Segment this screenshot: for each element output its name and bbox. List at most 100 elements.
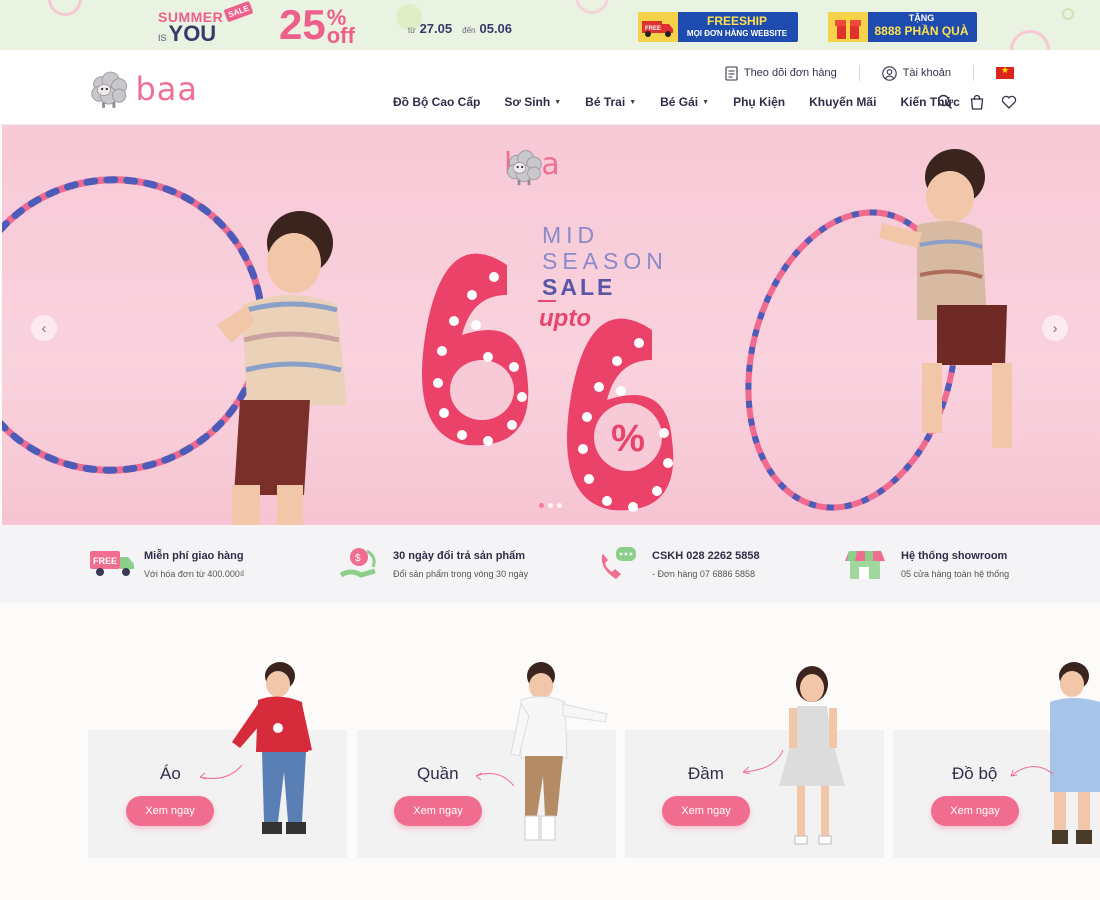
promo-you-text: YOU [168,21,217,46]
hero-line-season: SEASON [542,248,668,274]
kid-white-shirt-image [510,662,608,841]
top-utility-nav: Theo dõi đơn hàng Tài khoản [725,65,1014,81]
nav-item-be-gai[interactable]: Bé Gái ▼ [660,95,709,109]
decor-arrow [742,749,784,774]
chevron-down-icon: ▼ [629,98,637,106]
promo-percent: 25 [279,1,326,48]
site-logo[interactable]: baa [88,65,198,113]
summer-is-you-logo: SUMMER IS YOU SALE [158,0,254,46]
shop-now-button[interactable]: Xem ngay [126,796,214,826]
carousel-dot[interactable] [548,503,553,508]
nav-item-khuyen-mai[interactable]: Khuyến Mãi [809,95,876,109]
nav-label: Phụ Kiện [733,95,786,109]
track-order-link[interactable]: Theo dõi đơn hàng [725,65,837,81]
category-name: Áo [160,764,181,783]
sheep-logo-icon [507,150,542,186]
nav-label: Bé Trai [585,95,626,109]
gift-badge[interactable]: TẶNG 8888 PHẦN QUÀ [828,12,977,42]
carousel-dot[interactable] [557,503,562,508]
hero-upto: upto [539,305,591,332]
sheep-logo-icon [91,71,128,108]
search-icon[interactable] [937,94,953,110]
nav-item-phu-kien[interactable]: Phụ Kiện [733,95,785,109]
heart-icon[interactable] [1001,94,1017,110]
feature-subtitle: Với hóa đơn từ 400.000₫ [144,569,245,579]
percent-symbol: % [611,418,645,460]
svg-text:FREE: FREE [645,26,661,32]
carousel-dot[interactable] [539,503,544,508]
kid-dress-image [779,666,845,845]
nav-label: Khuyến Mãi [809,95,877,109]
free-delivery-truck-icon: FREE [88,545,134,585]
vietnam-flag-icon[interactable] [996,65,1014,79]
decor-arrow [199,764,243,780]
chevron-down-icon: ▼ [702,98,710,106]
category-name: Quần [417,764,459,783]
divider [858,65,860,81]
feature-returns: $ 30 ngày đổi trả sản phẩm Đổi sản phẩm … [337,545,528,585]
feature-title: CSKH 028 2262 5858 [652,550,760,562]
promo-from-date: 27.05 [419,21,453,36]
decor-bubble [48,0,82,16]
feature-showroom: Hệ thống showroom 05 cửa hàng toàn hệ th… [845,545,1009,585]
nav-label: Sơ Sinh [504,95,551,109]
divider [973,65,974,81]
gift-subtitle: 8888 PHẦN QUÀ [874,24,969,38]
hero-banner[interactable]: % MID SEASON SALE upto ‹ › [2,125,1100,525]
carousel-dots [539,503,562,508]
mid-season-sale-title: MID SEASON SALE [542,222,668,300]
promo-banner[interactable]: SUMMER IS YOU SALE 25 % off từ 27.05 đến… [0,0,1100,50]
nav-item-so-sinh[interactable]: Sơ Sinh ▼ [504,95,561,109]
feature-support: CSKH 028 2262 5858 - Đơn hàng 07 6886 58… [596,545,760,585]
shop-now-button[interactable]: Xem ngay [394,796,482,826]
gift-box-icon [828,12,868,42]
account-link[interactable]: Tài khoản [881,65,951,81]
nav-item-be-trai[interactable]: Bé Trai ▼ [585,95,636,109]
decor-arrow [475,772,515,787]
freeship-subtitle: MỌI ĐƠN HÀNG WEBSITE [686,29,788,38]
kid-left [217,211,347,525]
phone-support-icon [596,545,642,585]
feature-subtitle: Đổi sản phẩm trong vòng 30 ngày [393,569,529,579]
hero-line-mid: MID [542,222,600,248]
nav-label: Đồ Bộ Cao Cấp [393,95,481,109]
nav-item-do-bo-cao-cap[interactable]: Đồ Bộ Cao Cấp [393,95,480,109]
feature-free-shipping: FREE Miễn phí giao hàng Với hóa đơn từ 4… [88,545,245,585]
promo-dates: từ 27.05 đến 05.06 [408,21,512,36]
feature-subtitle: - Đơn hàng 07 6886 5858 [652,569,755,579]
category-name: Đồ bộ [952,764,998,783]
account-label: Tài khoản [902,67,951,79]
freeship-badge[interactable]: FREE FREESHIP MỌI ĐƠN HÀNG WEBSITE [638,12,798,42]
order-document-icon [725,65,738,81]
header-icons [937,94,1017,110]
category-name: Đầm [688,764,724,783]
promo-off: off [326,23,355,48]
decor-bubble [1010,30,1050,50]
decor-bubble [575,0,609,14]
service-features: FREE Miễn phí giao hàng Với hóa đơn từ 4… [0,525,1100,603]
decor-bubble [1062,8,1074,20]
user-icon [881,65,897,81]
carousel-next-button[interactable]: › [1042,315,1068,341]
shopping-bag-icon[interactable] [969,94,985,110]
shop-now-button[interactable]: Xem ngay [931,796,1019,826]
feature-subtitle: 05 cửa hàng toàn hệ thống [901,569,1010,579]
decor-arrow [1010,766,1054,777]
delivery-truck-icon: FREE [638,12,678,42]
main-nav: Đồ Bộ Cao Cấp Sơ Sinh ▼ Bé Trai ▼ Bé Gái ▼ … [393,95,960,109]
kid-pajama-set-image [1050,662,1100,844]
promo-is-text: IS [158,33,167,43]
feature-title: Hệ thống showroom [901,550,1008,562]
chevron-down-icon: ▼ [554,98,562,106]
divider [538,300,556,302]
carousel-prev-button[interactable]: ‹ [31,315,57,341]
storefront-icon [845,545,891,585]
track-order-label: Theo dõi đơn hàng [743,67,837,79]
promo-to-word: đến [462,26,476,35]
shop-now-button[interactable]: Xem ngay [662,796,750,826]
return-exchange-icon: $ [337,545,383,585]
kid-red-shirt-image [232,662,312,834]
page: SUMMER IS YOU SALE 25 % off từ 27.05 đến… [0,0,1100,900]
promo-from-word: từ [408,26,416,35]
hero-logo: baa [504,147,560,186]
